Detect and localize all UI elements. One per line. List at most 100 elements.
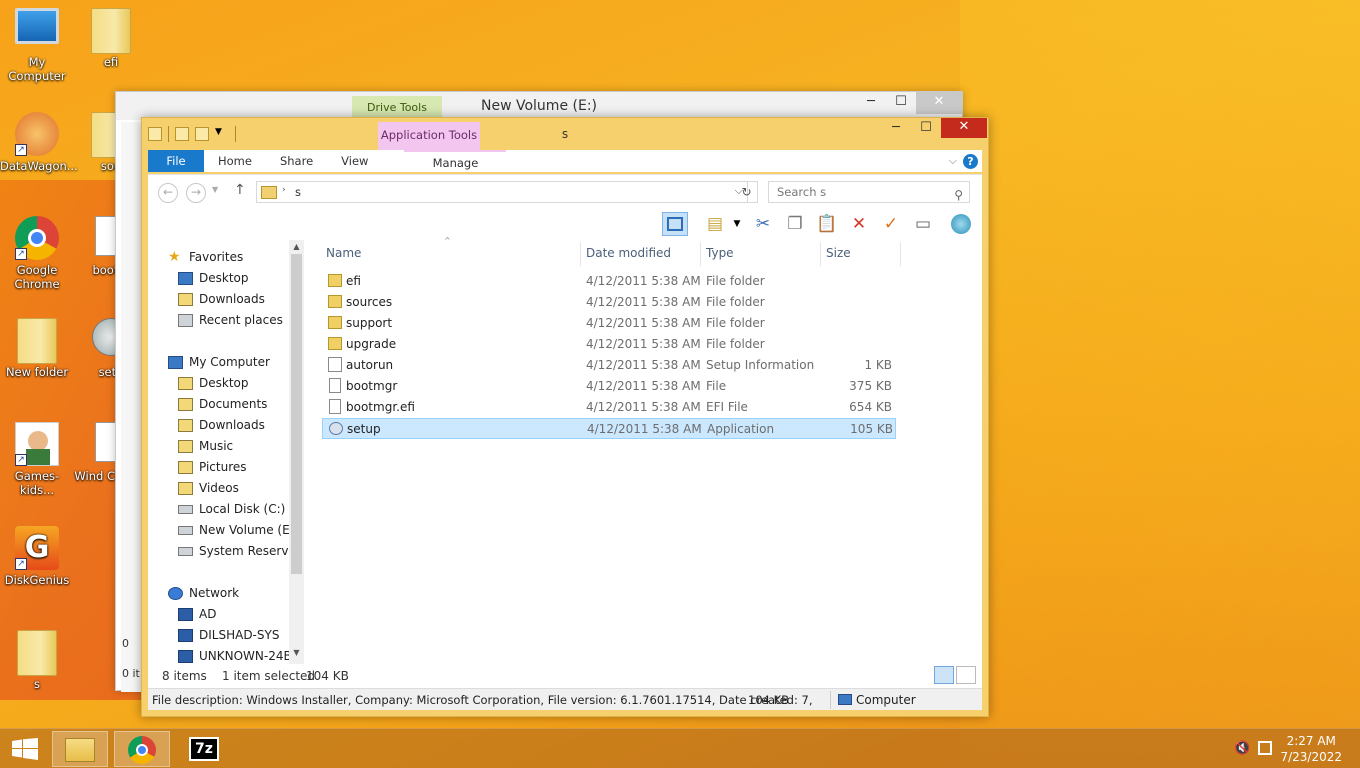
windows-start-icon[interactable] — [12, 738, 38, 760]
network-globe-icon[interactable] — [948, 212, 974, 236]
chevron-down-icon[interactable]: ▼ — [724, 212, 750, 236]
title-bar[interactable]: Drive Tools New Volume (E:) ─ ☐ ✕ — [116, 92, 962, 120]
nav-scrollbar[interactable]: ▲ ▼ — [289, 240, 304, 680]
column-header-type[interactable]: Type — [706, 246, 734, 260]
delete-icon[interactable]: ✕ — [846, 212, 872, 236]
title-bar[interactable]: ▼ Application Tools s ─ ☐ ✕ — [142, 118, 988, 150]
forward-button[interactable]: → — [186, 183, 206, 203]
desktop-icon-diskgenius[interactable]: G ↗ DiskGenius — [0, 526, 74, 587]
up-button[interactable]: ↑ — [234, 182, 246, 198]
clock[interactable]: 2:27 AM 7/23/2022 — [1280, 733, 1342, 765]
desktop-icon-label: DiskGenius — [4, 573, 70, 587]
tab-manage[interactable]: Manage — [404, 150, 507, 172]
desktop-icon-s[interactable]: s — [0, 630, 74, 691]
nav-label: Downloads — [199, 418, 265, 432]
refresh-button[interactable]: ↻ — [736, 181, 758, 203]
folder-icon — [261, 186, 277, 199]
column-header-date[interactable]: Date modified — [586, 246, 671, 260]
nav-pc-documents[interactable]: Documents — [178, 397, 267, 411]
nav-pc-downloads[interactable]: Downloads — [178, 418, 265, 432]
rename-icon[interactable]: ✓ — [878, 212, 904, 236]
desktop-icon-my-computer[interactable]: My Computer — [0, 8, 74, 83]
nav-label: Desktop — [199, 271, 249, 285]
desktop-icon-google-chrome[interactable]: ↗ Google Chrome — [0, 216, 74, 291]
file-row-autorun[interactable]: autorun 4/12/2011 5:38 AM Setup Informat… — [322, 355, 896, 376]
tab-home[interactable]: Home — [204, 150, 266, 172]
file-row-bootmgr-efi[interactable]: bootmgr.efi 4/12/2011 5:38 AM EFI File 6… — [322, 397, 896, 418]
nav-fav-recent-places[interactable]: Recent places — [178, 313, 283, 327]
details-view-icon[interactable] — [934, 666, 954, 684]
expand-ribbon-icon[interactable]: ⌵ — [949, 154, 957, 168]
clock-time: 2:27 AM — [1286, 734, 1336, 748]
column-header-size[interactable]: Size — [826, 246, 851, 260]
cut-icon[interactable]: ✂ — [750, 212, 776, 236]
nav-pc-pictures[interactable]: Pictures — [178, 460, 247, 474]
scroll-thumb[interactable] — [291, 254, 302, 574]
nav-net-ad[interactable]: AD — [178, 607, 216, 621]
recent-locations-icon[interactable]: ▼ — [212, 185, 218, 194]
scroll-down-icon[interactable]: ▼ — [289, 648, 304, 657]
chevron-right-icon[interactable]: › — [282, 185, 286, 195]
tab-share[interactable]: Share — [266, 150, 327, 172]
file-row-support[interactable]: support 4/12/2011 5:38 AM File folder — [322, 313, 896, 334]
paste-icon[interactable]: 📋 — [814, 212, 840, 236]
nav-my-computer[interactable]: My Computer — [168, 355, 270, 369]
nav-network[interactable]: Network — [168, 586, 239, 600]
taskbar-chrome[interactable] — [114, 731, 170, 767]
nav-fav-downloads[interactable]: Downloads — [178, 292, 265, 306]
nav-net-dilshad-sys[interactable]: DILSHAD-SYS — [178, 628, 279, 642]
file-row-efi[interactable]: efi 4/12/2011 5:38 AM File folder — [322, 271, 896, 292]
tab-view[interactable]: View — [327, 150, 382, 172]
maximize-button[interactable]: ☐ — [911, 118, 941, 140]
search-placeholder: Search s — [777, 185, 827, 199]
nav-net-unknown[interactable]: UNKNOWN-24BE — [178, 649, 299, 663]
search-input[interactable]: Search s ⚲ — [768, 181, 970, 203]
desktop-icon-games-kids[interactable]: ↗ Games-kids... — [0, 422, 74, 497]
desktop-icon-label: Games-kids... — [14, 469, 60, 497]
taskbar-file-explorer[interactable] — [52, 731, 108, 767]
nav-label: Recent places — [199, 313, 283, 327]
taskbar-7zip[interactable]: 7z — [176, 731, 232, 767]
close-button[interactable]: ✕ — [941, 118, 987, 138]
minimize-button[interactable]: ─ — [856, 92, 886, 114]
computer-icon — [178, 649, 193, 663]
nav-label: My Computer — [189, 355, 270, 369]
nav-label: Music — [199, 439, 234, 453]
search-icon[interactable]: ⚲ — [954, 185, 963, 205]
file-row-bootmgr[interactable]: bootmgr 4/12/2011 5:38 AM File 375 KB — [322, 376, 896, 397]
navigation-pane[interactable]: ★ Favorites Desktop Downloads Recent plac… — [148, 240, 304, 688]
7zip-icon: 7z — [189, 737, 219, 761]
file-row-sources[interactable]: sources 4/12/2011 5:38 AM File folder — [322, 292, 896, 313]
nav-pc-music[interactable]: Music — [178, 439, 233, 453]
close-button[interactable]: ✕ — [916, 92, 962, 114]
properties-icon[interactable]: ▭ — [910, 212, 936, 236]
file-list[interactable]: ^ Name Date modified Type Size efi 4/12/… — [318, 236, 978, 680]
preview-pane-icon[interactable] — [662, 212, 688, 236]
back-button[interactable]: ← — [158, 183, 178, 203]
minimize-button[interactable]: ─ — [881, 118, 911, 140]
nav-pc-desktop[interactable]: Desktop — [178, 376, 249, 390]
tab-file[interactable]: File — [148, 150, 204, 172]
nav-pc-videos[interactable]: Videos — [178, 481, 239, 495]
nav-pc-local-disk-c[interactable]: Local Disk (C:) — [178, 502, 285, 516]
large-icons-view-icon[interactable] — [956, 666, 976, 684]
nav-pc-system-reserved[interactable]: System Reserved — [178, 544, 303, 558]
explorer-window-s[interactable]: ▼ Application Tools s ─ ☐ ✕ File Home Sh… — [141, 117, 989, 717]
desktop-icon-efi[interactable]: efi — [74, 8, 148, 69]
address-bar[interactable]: › s ⌵ — [256, 181, 748, 203]
volume-muted-icon[interactable]: 🔇 — [1234, 741, 1250, 756]
desktop-icon-new-folder[interactable]: New folder — [0, 318, 74, 379]
nav-pc-new-volume-e[interactable]: New Volume (E:) — [178, 523, 298, 537]
nav-fav-desktop[interactable]: Desktop — [178, 271, 249, 285]
column-header-name[interactable]: Name — [326, 246, 361, 260]
address-path[interactable]: s — [295, 185, 301, 199]
scroll-up-icon[interactable]: ▲ — [289, 242, 304, 251]
help-icon[interactable]: ? — [963, 153, 978, 169]
network-icon[interactable] — [1258, 741, 1272, 755]
desktop-icon-datawagon[interactable]: ↗ DataWagon... — [0, 112, 78, 173]
file-row-setup[interactable]: setup 4/12/2011 5:38 AM Application 105 … — [322, 418, 896, 439]
copy-icon[interactable]: ❐ — [782, 212, 808, 236]
maximize-button[interactable]: ☐ — [886, 92, 916, 114]
nav-favorites[interactable]: ★ Favorites — [168, 250, 243, 265]
file-row-upgrade[interactable]: upgrade 4/12/2011 5:38 AM File folder — [322, 334, 896, 355]
